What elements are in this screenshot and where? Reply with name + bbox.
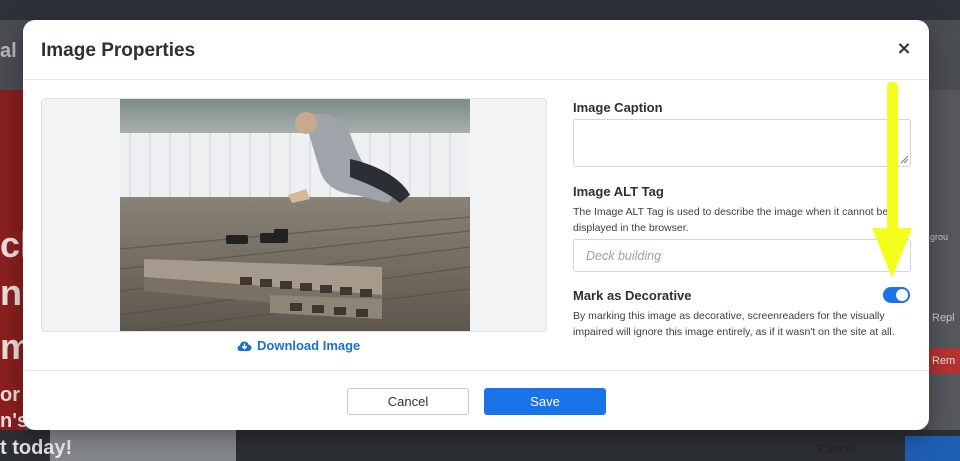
deck-building-photo: [120, 99, 470, 331]
modal-title: Image Properties: [41, 40, 196, 61]
mark-as-decorative-label: Mark as Decorative: [573, 288, 692, 303]
image-caption-input[interactable]: [573, 119, 911, 167]
image-preview-panel: [41, 98, 547, 332]
mark-as-decorative-help: By marking this image as decorative, scr…: [573, 310, 895, 338]
background-text: or: [0, 384, 20, 406]
background-side-panel: [928, 90, 960, 430]
background-topbar: [0, 0, 960, 20]
image-caption-label: Image Caption: [573, 100, 663, 115]
toggle-knob: [896, 289, 908, 301]
image-alt-tag-help: The Image ALT Tag is used to describe th…: [573, 206, 889, 234]
close-icon: ×: [896, 38, 912, 59]
mark-as-decorative-toggle[interactable]: [883, 287, 910, 303]
background-input: [50, 430, 236, 461]
image-alt-tag-label: Image ALT Tag: [573, 184, 664, 199]
modal-header: Image Properties ×: [23, 20, 929, 80]
resize-grip-icon[interactable]: [899, 154, 909, 164]
cancel-button[interactable]: Cancel: [347, 388, 469, 415]
background-text: Rem: [932, 355, 956, 367]
cloud-download-icon: [237, 341, 252, 351]
background-text: Repl: [932, 312, 955, 324]
background-text: grou: [930, 232, 949, 242]
save-button[interactable]: Save: [484, 388, 606, 415]
background-text: al: [0, 40, 17, 62]
image-alt-tag-input[interactable]: [573, 239, 911, 272]
image-preview: [120, 99, 470, 331]
image-properties-modal: Image Properties × Download Image Image …: [23, 20, 929, 430]
download-image-label: Download Image: [257, 338, 361, 353]
modal-footer: Cancel Save: [23, 370, 929, 430]
download-image-link[interactable]: Download Image: [237, 338, 360, 353]
close-button[interactable]: ×: [893, 38, 915, 60]
background-text: Cancel: [818, 442, 856, 456]
background-save-button: [905, 436, 960, 461]
background-text: t today!: [0, 437, 73, 459]
